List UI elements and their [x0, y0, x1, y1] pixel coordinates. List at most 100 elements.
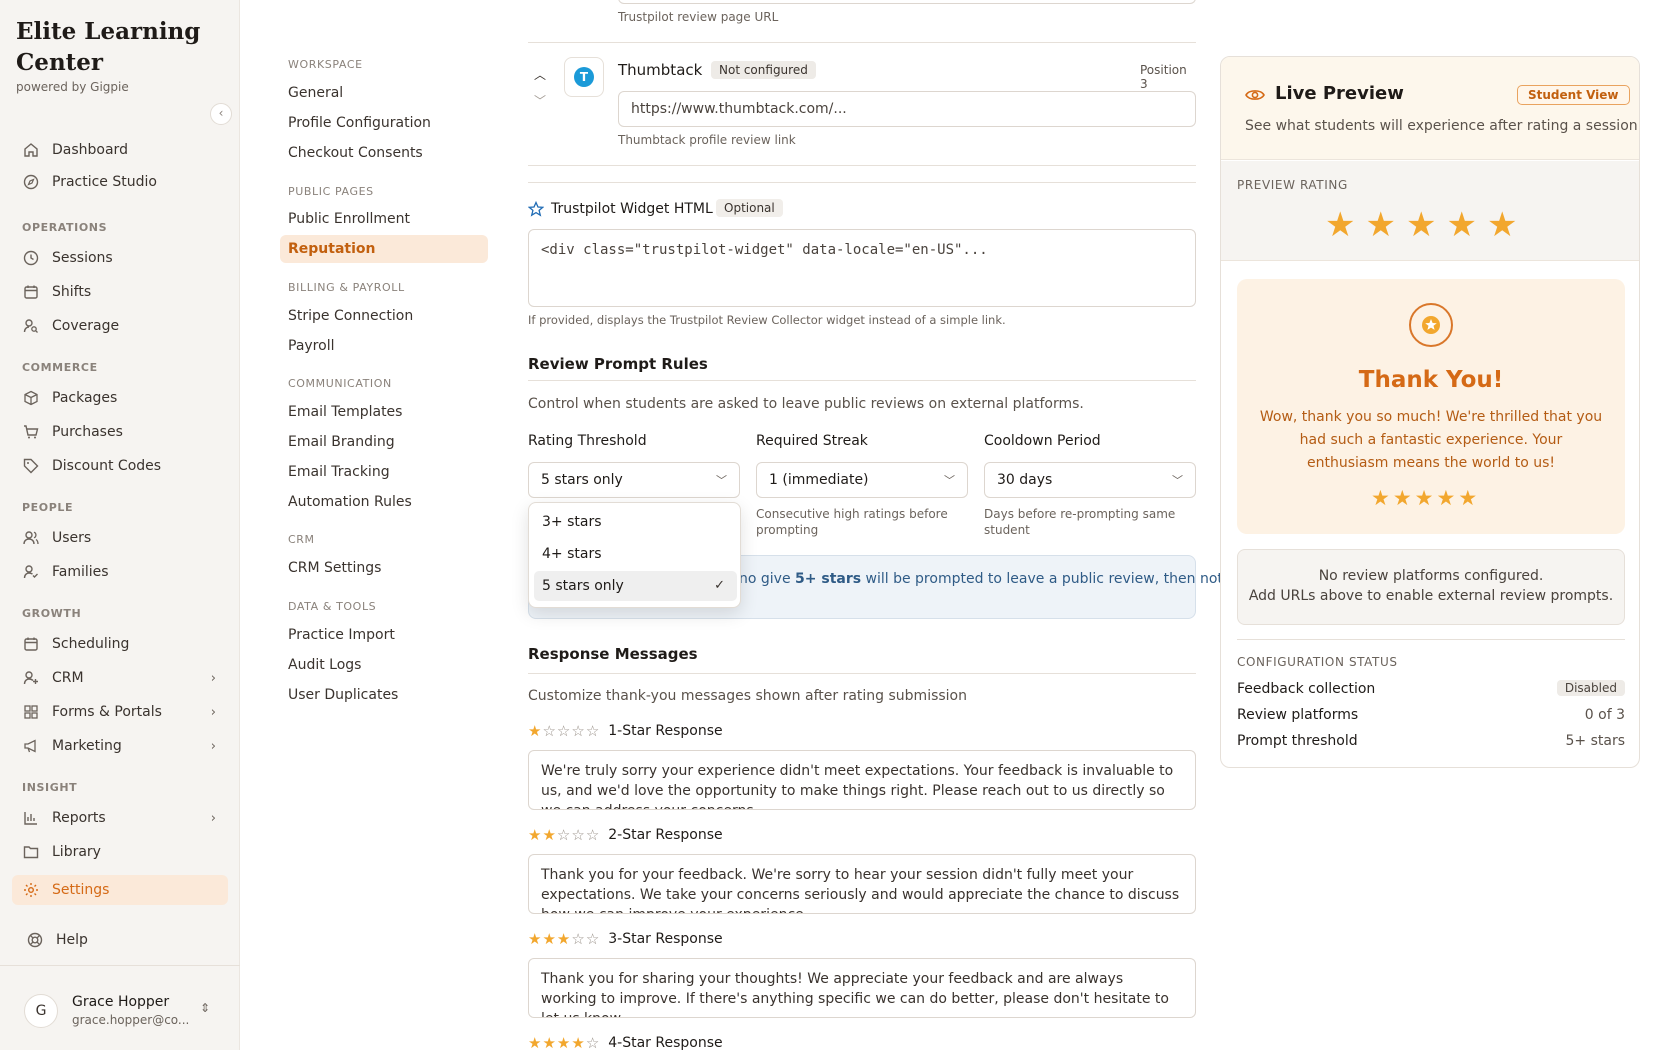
- subnav-item-email-tracking[interactable]: Email Tracking: [280, 458, 488, 486]
- subnav-item-stripe-connection[interactable]: Stripe Connection: [280, 302, 488, 330]
- star-outline-icon: ☆: [571, 722, 585, 740]
- sidebar-item-dashboard[interactable]: Dashboard: [12, 135, 228, 165]
- subnav-item-audit-logs[interactable]: Audit Logs: [280, 651, 488, 679]
- subnav-item-practice-import[interactable]: Practice Import: [280, 621, 488, 649]
- trustpilot-url-input[interactable]: [618, 0, 1196, 4]
- subnav-item-payroll[interactable]: Payroll: [280, 332, 488, 360]
- star-outline-icon: ☆: [556, 722, 571, 740]
- response-text: Thank you for your feedback. We're sorry…: [541, 867, 1180, 913]
- optional-badge: Optional: [716, 199, 783, 217]
- widget-html-textarea[interactable]: <div class="trustpilot-widget" data-loca…: [528, 229, 1196, 307]
- star-filled-icon: ★: [528, 1034, 542, 1050]
- star-filled-icon: ★: [528, 722, 542, 740]
- thumbtack-url-input[interactable]: https://www.thumbtack.com/...: [618, 91, 1196, 127]
- sidebar-item-marketing[interactable]: Marketing ›: [12, 731, 228, 761]
- sidebar-item-settings[interactable]: Settings: [12, 875, 228, 905]
- config-row-label: Feedback collection: [1237, 681, 1376, 697]
- sidebar-item-crm[interactable]: CRM ›: [12, 663, 228, 693]
- option-5-stars-only[interactable]: 5 stars only ✓: [534, 571, 737, 601]
- subnav-group-workspace: WORKSPACE: [288, 58, 363, 71]
- divider: [528, 165, 1196, 166]
- move-down-button[interactable]: ﹀: [534, 92, 546, 109]
- subnav-item-profile-configuration[interactable]: Profile Configuration: [280, 109, 488, 137]
- sidebar-item-label: Practice Studio: [52, 174, 157, 190]
- subnav-item-reputation[interactable]: Reputation: [280, 235, 488, 263]
- star-filled-icon[interactable]: ★: [1406, 208, 1436, 242]
- response-textarea-1[interactable]: We're truly sorry your experience didn't…: [528, 750, 1196, 810]
- subnav-item-general[interactable]: General: [280, 79, 488, 107]
- response-textarea-2[interactable]: Thank you for your feedback. We're sorry…: [528, 854, 1196, 914]
- star-outline-icon: ☆: [571, 930, 585, 948]
- subnav-item-automation-rules[interactable]: Automation Rules: [280, 488, 488, 516]
- response-textarea-3[interactable]: Thank you for sharing your thoughts! We …: [528, 958, 1196, 1018]
- sidebar-item-help[interactable]: Help: [16, 925, 232, 955]
- option-3-plus-stars[interactable]: 3+ stars: [534, 507, 737, 537]
- move-up-button[interactable]: ︿: [534, 66, 546, 83]
- user-check-icon: [22, 563, 40, 581]
- thumbtack-url-hint: Thumbtack profile review link: [618, 133, 796, 147]
- star-outline-icon: ☆: [571, 826, 585, 844]
- rating-threshold-select[interactable]: 5 stars only ﹀: [528, 462, 740, 498]
- star-filled-icon[interactable]: ★: [1365, 208, 1395, 242]
- rating-threshold-dropdown: 3+ stars 4+ stars 5 stars only ✓: [528, 502, 741, 608]
- live-preview-panel: Live Preview Student View See what stude…: [1220, 56, 1640, 768]
- subnav-item-email-branding[interactable]: Email Branding: [280, 428, 488, 456]
- sidebar-item-packages[interactable]: Packages: [12, 383, 228, 413]
- subnav-group-communication: COMMUNICATION: [288, 377, 392, 390]
- cart-icon: [22, 423, 40, 441]
- sidebar-item-label: CRM: [52, 670, 84, 686]
- calendar-icon: [22, 283, 40, 301]
- subnav-item-user-duplicates[interactable]: User Duplicates: [280, 681, 488, 709]
- response-label: 4-Star Response: [608, 1035, 723, 1050]
- config-row-value: 5+ stars: [1565, 733, 1626, 749]
- star-filled-icon: ★: [528, 826, 542, 844]
- required-streak-select[interactable]: 1 (immediate) ﹀: [756, 462, 968, 498]
- sidebar-item-scheduling[interactable]: Scheduling: [12, 629, 228, 659]
- chevron-up-down-icon[interactable]: ⇕: [200, 1001, 210, 1015]
- sidebar-item-users[interactable]: Users: [12, 523, 228, 553]
- star-filled-icon: ★: [1371, 486, 1390, 510]
- chevron-down-icon: ﹀: [534, 94, 547, 108]
- preview-header: Live Preview Student View See what stude…: [1221, 57, 1639, 160]
- star-filled-icon[interactable]: ★: [1325, 208, 1355, 242]
- chevron-right-icon: ›: [210, 738, 216, 754]
- brand-subtitle: powered by Gigpie: [16, 80, 129, 94]
- subnav-item-public-enrollment[interactable]: Public Enrollment: [280, 205, 488, 233]
- preview-rating-stars: ★ ★ ★ ★ ★: [1325, 208, 1527, 242]
- user-menu[interactable]: G Grace Hopper grace.hopper@co... ⇕: [0, 965, 240, 1050]
- widget-html-placeholder: <div class="trustpilot-widget" data-loca…: [541, 242, 988, 258]
- sidebar-item-practice-studio[interactable]: Practice Studio: [12, 167, 228, 197]
- sidebar-item-purchases[interactable]: Purchases: [12, 417, 228, 447]
- sidebar-item-library[interactable]: Library: [12, 837, 228, 867]
- subnav-group-public-pages: PUBLIC PAGES: [288, 185, 374, 198]
- thumbtack-logo-icon: T: [574, 67, 594, 87]
- sidebar-item-forms-portals[interactable]: Forms & Portals ›: [12, 697, 228, 727]
- section-title: Response Messages: [528, 645, 698, 663]
- avatar: G: [24, 994, 58, 1028]
- info-text-post: will be prompted to leave a public revie…: [861, 571, 1223, 587]
- collapse-sidebar-button[interactable]: ‹: [210, 103, 232, 125]
- config-row-value: Disabled: [1556, 680, 1625, 696]
- thank-you-message: Wow, thank you so much! We're thrilled t…: [1259, 409, 1603, 471]
- platform-position: Position 3: [1140, 63, 1187, 91]
- sidebar-item-sessions[interactable]: Sessions: [12, 243, 228, 273]
- sidebar-item-label: Dashboard: [52, 142, 128, 158]
- subnav-item-crm-settings[interactable]: CRM Settings: [280, 554, 488, 582]
- sidebar-item-coverage[interactable]: Coverage: [12, 311, 228, 341]
- option-4-plus-stars[interactable]: 4+ stars: [534, 539, 737, 569]
- sidebar-item-families[interactable]: Families: [12, 557, 228, 587]
- no-platforms-line-1: No review platforms configured.: [1318, 568, 1544, 584]
- config-row-feedback: Feedback collection Disabled: [1237, 680, 1625, 697]
- chevron-left-icon: ‹: [218, 106, 224, 120]
- sidebar-item-shifts[interactable]: Shifts: [12, 277, 228, 307]
- subnav-item-email-templates[interactable]: Email Templates: [280, 398, 488, 426]
- sidebar-item-discount-codes[interactable]: Discount Codes: [12, 451, 228, 481]
- chevron-right-icon: ›: [210, 810, 216, 826]
- config-row-value: 0 of 3: [1584, 707, 1625, 723]
- cooldown-period-select[interactable]: 30 days ﹀: [984, 462, 1196, 498]
- subnav-item-checkout-consents[interactable]: Checkout Consents: [280, 139, 488, 167]
- star-filled-icon[interactable]: ★: [1446, 208, 1476, 242]
- star-filled-icon[interactable]: ★: [1487, 208, 1517, 242]
- users-icon: [22, 529, 40, 547]
- sidebar-item-reports[interactable]: Reports ›: [12, 803, 228, 833]
